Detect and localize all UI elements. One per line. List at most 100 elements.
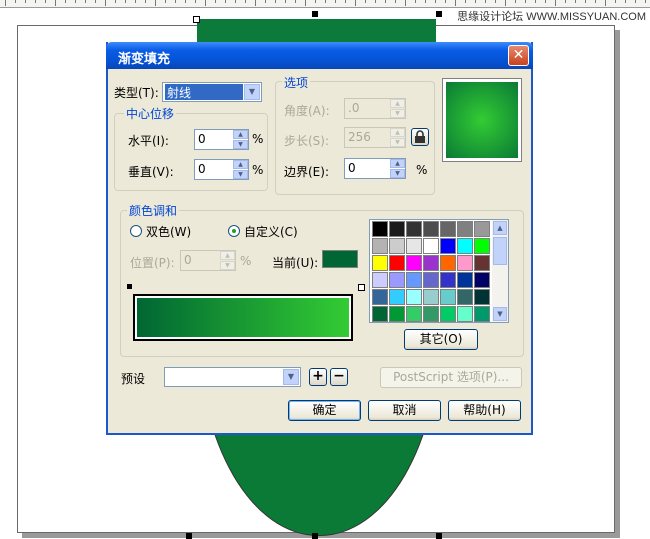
palette-swatch[interactable] — [474, 238, 490, 254]
palette-swatch[interactable] — [372, 255, 388, 271]
chevron-down-icon[interactable]: ▼ — [244, 84, 260, 100]
palette-swatch[interactable] — [423, 306, 439, 322]
palette-swatch[interactable] — [389, 221, 405, 237]
scroll-up-icon[interactable]: ▲ — [493, 221, 507, 235]
selection-handle[interactable] — [193, 16, 200, 23]
ruler-tick — [495, 0, 496, 3]
preset-select[interactable]: ▼ — [164, 367, 301, 387]
stepper-down-icon[interactable]: ▼ — [390, 109, 405, 118]
palette-swatch[interactable] — [457, 306, 473, 322]
palette-swatch[interactable] — [423, 238, 439, 254]
palette-swatch[interactable] — [423, 255, 439, 271]
custom-radio[interactable] — [228, 225, 240, 237]
ok-button[interactable]: 确定 — [288, 400, 361, 421]
palette-swatch[interactable] — [440, 272, 456, 288]
palette-swatch[interactable] — [440, 255, 456, 271]
postscript-options-button[interactable]: PostScript 选项(P)... — [380, 367, 522, 388]
stepper-down-icon[interactable]: ▼ — [233, 140, 248, 149]
current-color-swatch[interactable] — [322, 250, 358, 268]
palette-swatch[interactable] — [440, 289, 456, 305]
palette-swatch[interactable] — [389, 272, 405, 288]
horizontal-stepper[interactable]: 0 ▲ ▼ — [194, 129, 249, 150]
remove-preset-button[interactable]: − — [330, 368, 348, 386]
steps-stepper[interactable]: 256 ▲ ▼ — [344, 127, 406, 148]
edge-stepper[interactable]: 0 ▲ ▼ — [344, 158, 406, 179]
scroll-down-icon[interactable]: ▼ — [493, 307, 507, 321]
vertical-value: 0 — [198, 162, 206, 176]
palette-swatch[interactable] — [440, 306, 456, 322]
selection-handle[interactable] — [312, 11, 318, 17]
palette-swatch[interactable] — [389, 238, 405, 254]
selection-handle[interactable] — [186, 533, 192, 539]
title-bar[interactable]: 渐变填充 ✕ — [106, 42, 533, 69]
gradient-bar[interactable] — [133, 294, 353, 341]
palette-swatch[interactable] — [457, 272, 473, 288]
palette-swatch[interactable] — [406, 238, 422, 254]
add-preset-button[interactable]: + — [309, 368, 327, 386]
palette-swatch[interactable] — [389, 289, 405, 305]
ruler-tick — [155, 0, 156, 6]
other-colors-button[interactable]: 其它(O) — [404, 329, 478, 350]
stepper-down-icon[interactable]: ▼ — [390, 138, 405, 147]
help-button[interactable]: 帮助(H) — [448, 400, 521, 421]
stepper-up-icon[interactable]: ▲ — [390, 99, 405, 108]
palette-swatch[interactable] — [389, 255, 405, 271]
position-label: 位置(P): — [130, 256, 175, 270]
stepper-down-icon[interactable]: ▼ — [220, 261, 235, 270]
stepper-down-icon[interactable]: ▼ — [390, 169, 405, 178]
palette-swatch[interactable] — [372, 306, 388, 322]
palette-swatch[interactable] — [474, 255, 490, 271]
palette-swatch[interactable] — [406, 306, 422, 322]
lock-button[interactable] — [411, 128, 429, 146]
angle-stepper[interactable]: .0 ▲ ▼ — [344, 98, 406, 119]
palette-swatch[interactable] — [406, 255, 422, 271]
palette-swatch[interactable] — [457, 238, 473, 254]
palette-swatch[interactable] — [423, 221, 439, 237]
palette-swatch[interactable] — [440, 238, 456, 254]
palette-swatch[interactable] — [389, 306, 405, 322]
palette-swatch[interactable] — [474, 272, 490, 288]
palette-scrollbar[interactable]: ▲ ▼ — [492, 220, 508, 322]
stepper-up-icon[interactable]: ▲ — [390, 128, 405, 137]
options-title: 选项 — [282, 74, 311, 91]
close-button[interactable]: ✕ — [508, 45, 529, 66]
palette-swatch[interactable] — [372, 238, 388, 254]
palette-swatch[interactable] — [423, 289, 439, 305]
scroll-thumb[interactable] — [493, 237, 507, 265]
custom-label[interactable]: 自定义(C) — [244, 223, 298, 240]
type-select[interactable]: 射线 ▼ — [162, 82, 262, 102]
palette-swatch[interactable] — [474, 289, 490, 305]
two-color-radio[interactable] — [130, 225, 142, 237]
gradient-end-marker[interactable] — [358, 284, 365, 291]
palette-swatch[interactable] — [440, 221, 456, 237]
palette-swatch[interactable] — [423, 272, 439, 288]
stepper-up-icon[interactable]: ▲ — [220, 251, 235, 260]
palette-swatch[interactable] — [474, 306, 490, 322]
cancel-button[interactable]: 取消 — [368, 400, 441, 421]
palette-swatch[interactable] — [457, 289, 473, 305]
vertical-stepper[interactable]: 0 ▲ ▼ — [194, 159, 249, 180]
palette-swatch[interactable] — [372, 272, 388, 288]
ruler-tick — [125, 0, 126, 3]
stepper-up-icon[interactable]: ▲ — [233, 160, 248, 169]
two-color-label[interactable]: 双色(W) — [146, 223, 191, 240]
stepper-down-icon[interactable]: ▼ — [233, 170, 248, 179]
palette-swatch[interactable] — [406, 272, 422, 288]
stepper-up-icon[interactable]: ▲ — [390, 159, 405, 168]
type-label: 类型(T): — [114, 86, 159, 100]
color-palette[interactable]: ▲ ▼ — [369, 219, 509, 323]
selection-handle[interactable] — [436, 11, 442, 17]
chevron-down-icon[interactable]: ▼ — [283, 369, 299, 385]
gradient-start-marker[interactable] — [127, 284, 132, 289]
palette-swatch[interactable] — [406, 289, 422, 305]
palette-swatch[interactable] — [457, 221, 473, 237]
position-stepper[interactable]: 0 ▲ ▼ — [180, 250, 236, 271]
selection-handle[interactable] — [436, 533, 442, 539]
selection-handle[interactable] — [312, 533, 318, 539]
palette-swatch[interactable] — [406, 221, 422, 237]
palette-swatch[interactable] — [372, 221, 388, 237]
palette-swatch[interactable] — [372, 289, 388, 305]
stepper-up-icon[interactable]: ▲ — [233, 130, 248, 139]
palette-swatch[interactable] — [474, 221, 490, 237]
palette-swatch[interactable] — [457, 255, 473, 271]
